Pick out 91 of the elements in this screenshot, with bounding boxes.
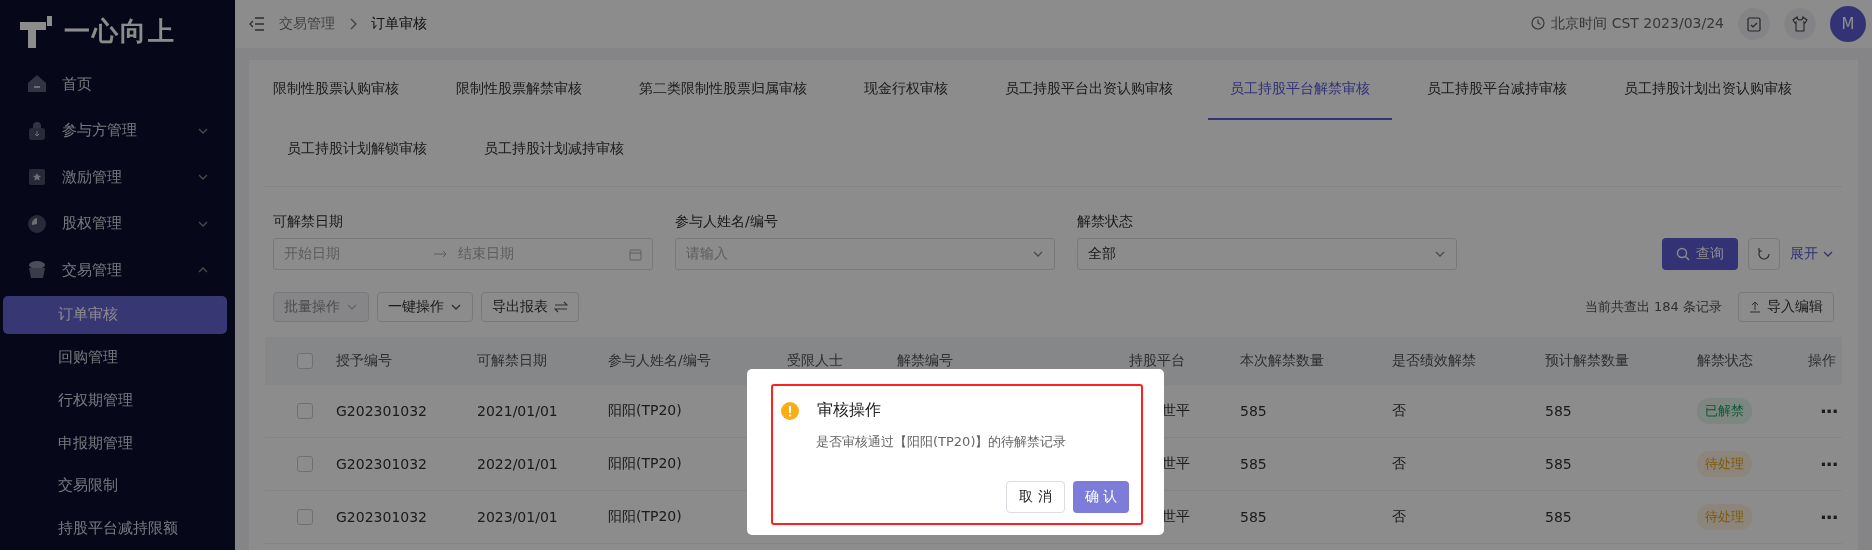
column-header: 解禁状态 [1685, 337, 1796, 385]
column-header: 参与人姓名/编号 [596, 337, 775, 385]
column-header: 授予编号 [324, 337, 465, 385]
field-label: 参与人姓名/编号 [675, 213, 779, 231]
field-label: 可解禁日期 [273, 213, 344, 231]
table-cell: G202301032 [324, 491, 465, 544]
user-avatar[interactable]: M [1830, 6, 1866, 42]
sidebar-subitem[interactable]: 订单审核 [3, 295, 227, 335]
tab[interactable]: 员工持股计划出资认购审核 [1602, 60, 1814, 120]
sidebar-item[interactable]: 交易管理 [0, 247, 235, 294]
breadcrumb-item: 订单审核 [371, 15, 427, 33]
collapse-menu-icon[interactable] [249, 17, 265, 31]
confirm-button[interactable]: 确 认 [1072, 481, 1129, 513]
more-actions-button[interactable]: ··· [1820, 506, 1838, 528]
upload-icon [1749, 301, 1761, 313]
breadcrumb-item[interactable]: 交易管理 [279, 15, 335, 33]
expand-button[interactable]: 展开 [1790, 245, 1834, 263]
field-label: 解禁状态 [1077, 213, 1134, 231]
table-cell: 585 [1228, 385, 1380, 438]
bag-icon [26, 119, 48, 142]
tab[interactable]: 员工持股计划解锁审核 [265, 120, 449, 180]
checkbox[interactable] [297, 353, 313, 369]
shirt-button[interactable] [1784, 8, 1816, 40]
checkbox[interactable] [297, 509, 313, 525]
table-cell: G202301032 [324, 438, 465, 491]
logo-text: 一心向上 [64, 15, 176, 48]
chevron-right-icon [349, 18, 357, 30]
tab[interactable]: 限制性股票认购审核 [265, 60, 421, 120]
status-tag: 待处理 [1697, 504, 1752, 530]
logo-icon [20, 15, 54, 48]
sidebar-item[interactable]: 首页 [0, 61, 235, 108]
column-header: 预计解禁数量 [1533, 337, 1685, 385]
cancel-button[interactable]: 取 消 [1006, 481, 1065, 513]
clock-icon [1531, 16, 1546, 30]
sidebar-subitem[interactable]: 申报期管理 [3, 423, 227, 463]
dialog-message: 是否审核通过【阳阳(TP20)】的待解禁记录 [815, 433, 1068, 451]
sidebar-subitem[interactable]: 回购管理 [3, 338, 227, 377]
sidebar-item[interactable]: 激励管理 [0, 154, 235, 201]
sidebar-item[interactable]: 股权管理 [0, 200, 235, 247]
clipboard-icon [1747, 16, 1761, 32]
table-cell: 585 [1228, 438, 1380, 491]
sidebar-item[interactable]: 参与方管理 [0, 107, 235, 154]
tab[interactable]: 第二类限制性股票归属审核 [617, 60, 829, 120]
tab[interactable]: 现金行权审核 [842, 60, 970, 120]
checkbox[interactable] [297, 403, 313, 419]
table-cell: 585 [1533, 491, 1685, 544]
status-tag: 待处理 [1697, 451, 1752, 477]
table-cell: 585 [1533, 385, 1685, 438]
more-actions-button[interactable]: ··· [1820, 400, 1838, 422]
refresh-icon [1757, 247, 1771, 261]
clipboard-button[interactable] [1738, 8, 1770, 40]
table-cell: 否 [1380, 438, 1533, 491]
table-cell: G202301032 [324, 385, 465, 438]
tab[interactable]: 员工持股平台减持审核 [1405, 60, 1589, 120]
arrow-right-icon [434, 250, 448, 258]
pie-chart-icon [26, 212, 48, 235]
more-actions-button[interactable]: ··· [1820, 453, 1838, 475]
tab[interactable]: 员工持股计划减持审核 [462, 120, 646, 180]
table-cell: 2022/01/01 [465, 438, 596, 491]
warning-icon [781, 401, 799, 420]
column-header: 本次解禁数量 [1228, 337, 1380, 385]
dialog-title: 审核操作 [817, 400, 881, 421]
checkbox[interactable] [297, 456, 313, 472]
tab[interactable]: 限制性股票解禁审核 [434, 60, 604, 120]
table-cell: 585 [1533, 438, 1685, 491]
status-tag: 已解禁 [1697, 398, 1752, 424]
column-header: 是否绩效解禁 [1380, 337, 1533, 385]
column-header: 操作 [1796, 337, 1842, 385]
swap-icon [554, 301, 568, 313]
table-cell: 585 [1228, 491, 1380, 544]
import-button[interactable]: 导入编辑 [1738, 292, 1834, 322]
select-field[interactable]: 全部 [1077, 238, 1457, 270]
search-icon [1676, 247, 1690, 261]
sidebar-subitem[interactable]: 持股平台减持限额 [3, 509, 227, 548]
table-cell: 2023/01/01 [465, 491, 596, 544]
sidebar-subitem[interactable]: 交易限制 [3, 466, 227, 506]
tab[interactable]: 员工持股平台出资认购审核 [983, 60, 1195, 120]
sidebar-subitem[interactable]: 行权期管理 [3, 381, 227, 420]
column-header: 可解禁日期 [465, 337, 596, 385]
table-cell: 否 [1380, 385, 1533, 438]
table-cell: 2021/01/01 [465, 385, 596, 438]
search-button[interactable]: 查询 [1662, 238, 1738, 270]
toolbar-button[interactable]: 导出报表 [481, 292, 579, 322]
tab[interactable]: 员工持股平台解禁审核 [1208, 60, 1392, 120]
table-cell: 否 [1380, 491, 1533, 544]
shirt-icon [1792, 16, 1808, 32]
reset-button[interactable] [1748, 238, 1780, 270]
toolbar-button[interactable]: 一键操作 [377, 292, 473, 322]
clock-text: 北京时间 CST 2023/03/24 [1531, 15, 1724, 33]
record-count: 当前共查出 184 条记录 [1584, 298, 1722, 316]
calendar-icon [629, 247, 642, 261]
